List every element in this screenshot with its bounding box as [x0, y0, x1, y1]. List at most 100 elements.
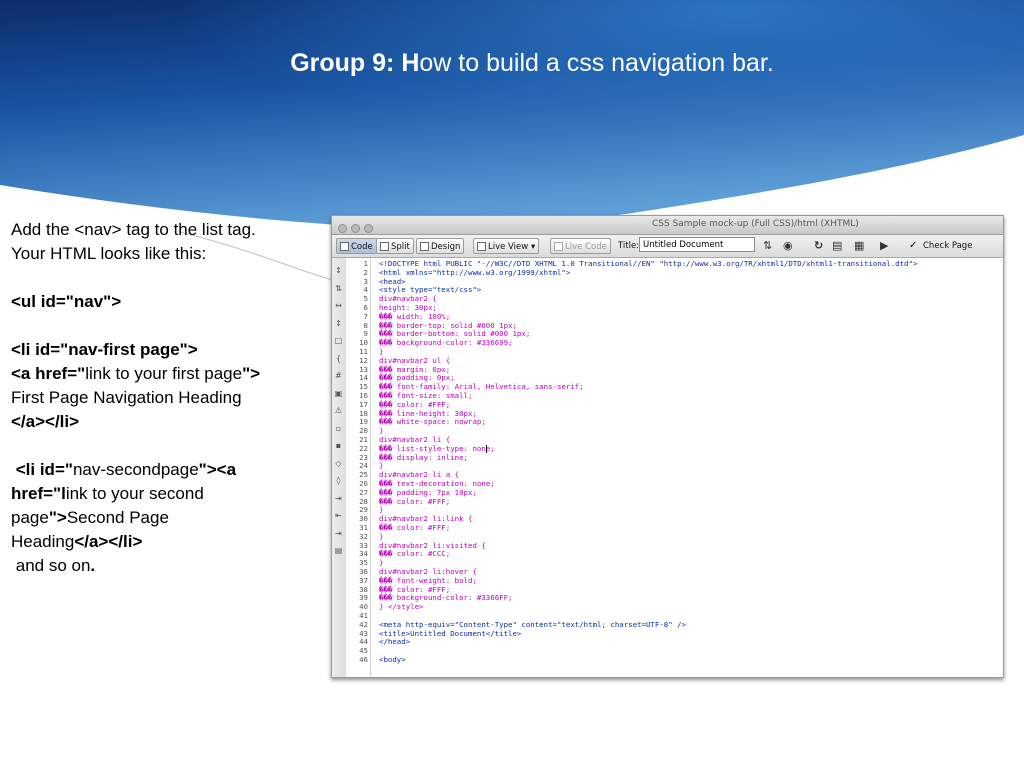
first-end: </a></li>	[11, 412, 80, 431]
zoom-window-icon[interactable]	[364, 224, 373, 233]
live-view-icon	[477, 242, 486, 251]
body-text: Add the <nav> tag to the list tag. Your …	[11, 218, 311, 578]
first-end-line: </a></li>	[11, 410, 311, 434]
and-so-on: and so on	[15, 556, 91, 575]
code-line: ��� white-space: nowrap;	[379, 417, 486, 427]
code-view-button[interactable]: Code	[336, 238, 377, 254]
highlight-invalid-icon[interactable]: ▣	[334, 389, 343, 398]
ul-tag-line: <ul id="nav">	[11, 290, 311, 314]
live-code-button[interactable]: Live Code	[550, 238, 611, 254]
code-line: ��� color: #CCC;	[379, 549, 451, 559]
a-first-link: link to your first page	[85, 364, 243, 383]
coding-toolbar: ↕ ⇅ ↔ ↕ □ { # ▣ ⚠ ▫ ▪ ◇ ◊ ⇥ ⇤ ⇥ ▤	[332, 258, 347, 677]
code-line: ��� color: #FFF;	[379, 523, 451, 532]
body-line-2: Your HTML looks like this:	[11, 244, 207, 263]
line-number: 46	[359, 655, 368, 664]
code-line: ��� color: #FFF;	[379, 496, 451, 506]
slide-title-bold: Group 9: H	[290, 49, 420, 77]
check-page-label: Check Page	[923, 241, 973, 251]
slide-title: Group 9: How to build a css navigation b…	[0, 47, 1024, 79]
second-heading-b: Heading	[11, 532, 75, 551]
minimize-window-icon[interactable]	[351, 224, 360, 233]
a-first-open: <a href="	[11, 364, 86, 383]
code-line: ��� display: inline;	[379, 452, 468, 462]
file-management-icon[interactable]: ⇅	[763, 238, 772, 254]
design-icon	[420, 242, 429, 251]
split-icon	[380, 242, 389, 251]
heading-line: Heading</a></li>	[11, 530, 311, 554]
first-heading-line: First Page Navigation Heading	[11, 388, 242, 407]
slide-title-rest: ow to build a css navigation bar.	[419, 49, 774, 77]
document-title-field[interactable]: Untitled Document	[639, 237, 755, 252]
href-second-line: href="link to your second	[11, 482, 311, 506]
second-heading-a: Second Page	[66, 508, 169, 527]
live-view-label: Live View	[488, 242, 529, 252]
split-view-button[interactable]: Split	[376, 238, 414, 254]
page-close: ">	[48, 508, 67, 527]
select-parent-icon[interactable]: □	[334, 336, 343, 345]
live-view-dropdown-icon[interactable]: ▾	[531, 242, 535, 252]
and-so-on-period: .	[90, 556, 96, 575]
validate-markup-icon[interactable]: ▶	[880, 238, 888, 254]
move-css-icon[interactable]: ⇥	[334, 494, 343, 503]
preview-browser-icon[interactable]: ◉	[783, 238, 793, 254]
body-line-1: Add the <nav> tag to the list tag.	[11, 220, 256, 239]
remove-comment-icon[interactable]: ▪	[334, 441, 343, 450]
href-second-open: href="l	[11, 484, 66, 503]
expand-all-icon[interactable]: ↕	[334, 319, 343, 328]
code-line: <body>	[379, 655, 406, 664]
window-title: CSS Sample mock-up (Full CSS)/html (XHTM…	[652, 219, 859, 229]
outdent-icon[interactable]: ⇥	[334, 529, 343, 538]
syntax-error-icon[interactable]: ⚠	[334, 406, 343, 415]
line-numbers: 1 2 3 4 5 6 7 8 9 10 11 12 13 14 15 16 17 18 19 20 21 22 23 24 2…	[346, 258, 371, 677]
document-toolbar: Code Split Design Live View ▾ Live Code …	[332, 235, 1003, 258]
code-line: </head>	[379, 637, 411, 647]
split-view-label: Split	[391, 242, 410, 252]
design-view-label: Design	[431, 242, 461, 252]
apply-comment-icon[interactable]: ▫	[334, 424, 343, 433]
a-first-close: ">	[242, 364, 261, 383]
format-source-icon[interactable]: ▤	[334, 546, 343, 555]
indent-icon[interactable]: ⇤	[334, 511, 343, 520]
page-word: page	[11, 508, 49, 527]
page-line: page">Second Page	[11, 506, 311, 530]
code-line: } </style>	[379, 602, 424, 612]
collapse-tag-icon[interactable]: ⇅	[334, 284, 343, 293]
li-second-close: "><a	[198, 460, 237, 479]
li-second-id: nav-secondpage	[72, 460, 199, 479]
line-numbers-icon[interactable]: #	[334, 371, 343, 380]
code-line: <html xmlns="http://www.w3.org/1999/xhtm…	[379, 267, 571, 277]
view-options-icon[interactable]: ▤	[832, 238, 842, 254]
a-first-line: <a href="link to your first page">	[11, 362, 311, 386]
li-second-line: <li id="nav-secondpage"><a	[11, 458, 311, 482]
code-editor[interactable]: <!DOCTYPE html PUBLIC "-//W3C//DTD XHTML…	[371, 258, 1003, 677]
recent-snippets-icon[interactable]: ◊	[334, 476, 343, 485]
code-view-label: Code	[351, 242, 373, 252]
check-page-button[interactable]: ✓ Check Page	[909, 238, 972, 254]
href-second-link: ink to your second	[65, 484, 204, 503]
check-page-icon: ✓	[909, 240, 918, 251]
text-cursor	[486, 444, 488, 453]
editor-screenshot: CSS Sample mock-up (Full CSS)/html (XHTM…	[331, 215, 1004, 678]
second-end: </a></li>	[74, 532, 143, 551]
wrap-tag-icon[interactable]: ◇	[334, 459, 343, 468]
li-second-open: <li id="	[15, 460, 73, 479]
live-code-label: Live Code	[565, 242, 607, 252]
live-code-icon	[554, 242, 563, 251]
visual-aids-icon[interactable]: ▦	[854, 238, 864, 254]
code-icon	[340, 242, 349, 251]
close-window-icon[interactable]	[338, 224, 347, 233]
ul-tag: <ul id="nav">	[11, 292, 122, 311]
refresh-icon[interactable]: ↻	[814, 238, 823, 254]
open-documents-icon[interactable]: ↕	[334, 266, 343, 275]
and-so-on-line: and so on.	[11, 554, 311, 578]
li-first-tag: <li id="nav-first page">	[11, 340, 198, 359]
title-label: Title:	[618, 241, 640, 251]
code-line: ��� background-color: #336699;	[379, 338, 513, 348]
window-titlebar: CSS Sample mock-up (Full CSS)/html (XHTM…	[332, 216, 1003, 235]
design-view-button[interactable]: Design	[416, 238, 465, 254]
live-view-button[interactable]: Live View ▾	[473, 238, 540, 254]
li-first-line: <li id="nav-first page">	[11, 338, 311, 362]
collapse-selection-icon[interactable]: ↔	[334, 301, 343, 310]
balance-braces-icon[interactable]: {	[334, 354, 343, 363]
